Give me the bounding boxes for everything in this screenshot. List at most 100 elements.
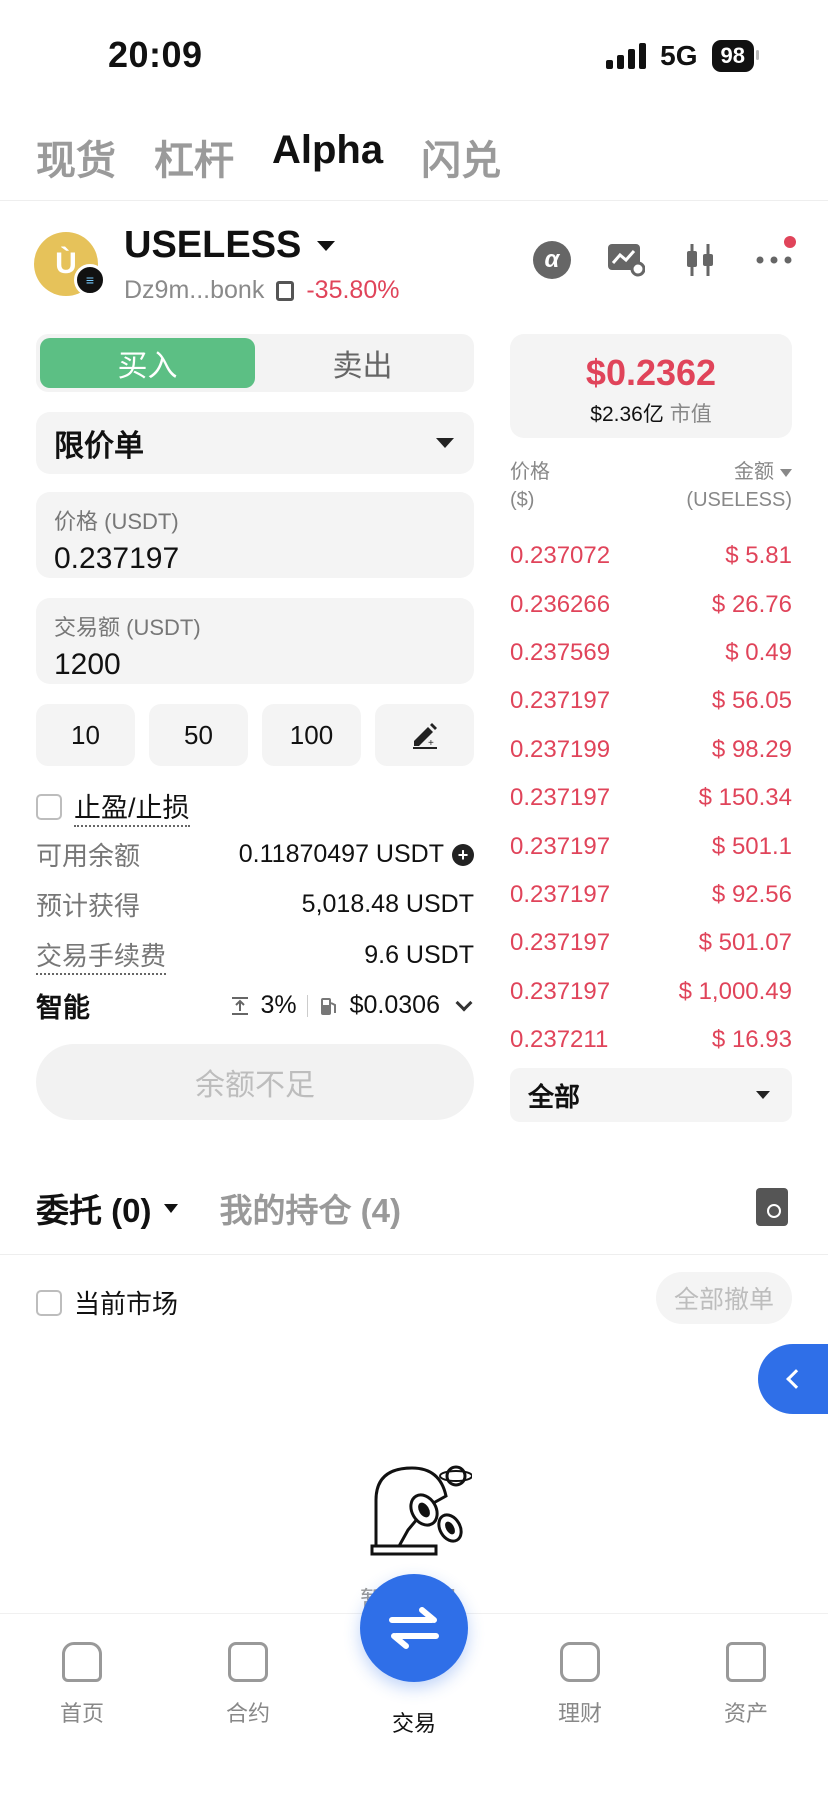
chart-icon[interactable] (606, 240, 646, 280)
row-price: 0.237072 (510, 542, 611, 570)
slippage-value: 3% (260, 991, 297, 1019)
market-cap: $2.36亿 市值 (590, 403, 712, 426)
row-price: 0.236266 (510, 590, 611, 618)
row-price: 0.237197 (510, 687, 611, 715)
tp-sl-toggle[interactable]: 止盈/止损 (36, 786, 190, 827)
price-card: $0.2362 $2.36亿 市值 (510, 334, 792, 438)
nav-home[interactable]: 首页 (32, 1642, 132, 1728)
buy-button[interactable]: 买入 (40, 338, 255, 388)
row-price: 0.237197 (510, 832, 611, 860)
quick-amount-10[interactable]: 10 (36, 704, 135, 766)
status-icons: 5G 98 (606, 40, 760, 72)
order-type-select[interactable]: 限价单 (36, 412, 474, 474)
quick-amount-100[interactable]: 100 (262, 704, 361, 766)
home-icon (62, 1642, 102, 1682)
alpha-icon[interactable]: α (532, 240, 572, 280)
current-market-label: 当前市场 (74, 1289, 179, 1319)
token-selector[interactable]: USELESS (124, 224, 336, 267)
fee-value: 9.6 USDT (364, 941, 474, 969)
add-funds-icon[interactable]: + (452, 843, 474, 866)
submit-order-button[interactable]: 余额不足 (36, 1044, 474, 1120)
row-amount: $ 16.93 (711, 1026, 792, 1054)
row-price: 0.237211 (510, 1026, 609, 1054)
row-amount: $ 56.05 (711, 687, 792, 715)
amount-header-toggle[interactable]: 金额 (USELESS) (686, 458, 792, 514)
order-history-icon[interactable] (756, 1188, 788, 1226)
orderbook-row[interactable]: 0.237197 $ 1,000.49 (510, 968, 792, 1016)
quick-amounts: 10 50 100 + (36, 704, 474, 766)
row-amount: $ 501.07 (698, 929, 792, 957)
nav-futures[interactable]: 合约 (198, 1642, 298, 1728)
collapse-tab-button[interactable] (758, 1344, 828, 1414)
amount-input[interactable]: 交易额 (USDT) 1200 (36, 598, 474, 684)
smart-row[interactable]: 智能 3% $0.0306 (36, 986, 474, 1025)
current-market-checkbox[interactable] (36, 1289, 62, 1316)
tab-spot[interactable]: 现货 (36, 128, 116, 186)
more-icon[interactable] (754, 236, 796, 280)
nav-trade[interactable]: 交易 (364, 1706, 464, 1738)
gas-value: $0.0306 (349, 991, 440, 1019)
network-type: 5G (660, 40, 698, 71)
tab-positions[interactable]: 我的持仓 (4) (220, 1184, 402, 1232)
row-price: 0.237197 (510, 784, 611, 812)
orderbook-row[interactable]: 0.237197 $ 501.07 (510, 919, 792, 967)
nav-assets[interactable]: 资产 (696, 1642, 796, 1728)
tab-orders[interactable]: 委托 (0) (36, 1184, 178, 1232)
cancel-all-button[interactable]: 全部撤单 (655, 1272, 792, 1324)
orderbook-row[interactable]: 0.236266 $ 26.76 (510, 580, 792, 628)
orderbook-row[interactable]: 0.237072 $ 5.81 (510, 532, 792, 580)
edit-amounts-button[interactable]: + (375, 704, 474, 766)
orderbook-header: 价格 ($) 金额 (USELESS) (510, 458, 792, 514)
caret-down-icon (780, 468, 792, 477)
row-price: 0.237199 (510, 735, 611, 763)
tab-alpha[interactable]: Alpha (272, 128, 383, 186)
header-actions: α (532, 236, 796, 280)
tab-convert[interactable]: 闪兑 (421, 128, 501, 186)
orderbook-row[interactable]: 0.237569 $ 0.49 (510, 629, 792, 677)
row-amount: $ 26.76 (711, 590, 792, 618)
nav-earn[interactable]: 理财 (530, 1642, 630, 1728)
estimated-value: 5,018.48 USDT (301, 890, 474, 918)
amount-input-value[interactable]: 1200 (54, 648, 456, 682)
edit-icon: + (412, 723, 437, 749)
trade-swap-button[interactable] (360, 1574, 468, 1682)
orderbook-row[interactable]: 0.237197 $ 501.1 (510, 822, 792, 870)
amount-unit: (USELESS) (686, 489, 792, 511)
chevron-down-icon (455, 994, 473, 1011)
fee-label: 交易手续费 (36, 936, 167, 975)
earn-icon (560, 1642, 600, 1682)
row-amount: $ 5.81 (725, 542, 792, 570)
amount-header: 金额 (734, 461, 774, 483)
price-unit: ($) (510, 489, 535, 511)
gas-icon (320, 997, 336, 1015)
copy-icon[interactable] (276, 280, 295, 301)
current-market-filter[interactable]: 当前市场 (36, 1284, 178, 1321)
token-name: USELESS (124, 224, 302, 266)
trade-mode-tabs: 现货 杠杆 Alpha 闪兑 (36, 128, 501, 186)
estimated-row: 预计获得 5,018.48 USDT (36, 886, 474, 923)
orderbook-row[interactable]: 0.237199 $ 98.29 (510, 726, 792, 774)
orderbook-filter-label: 全部 (528, 1081, 581, 1112)
svg-text:+: + (428, 738, 434, 749)
swap-arrows-icon (389, 1607, 439, 1649)
chevron-down-icon (756, 1091, 770, 1099)
battery-icon: 98 (711, 40, 760, 72)
orderbook-row[interactable]: 0.237197 $ 56.05 (510, 677, 792, 725)
price-input-value[interactable]: 0.237197 (54, 542, 456, 576)
orderbook-filter-select[interactable]: 全部 (510, 1068, 792, 1122)
orderbook-row[interactable]: 0.237197 $ 150.34 (510, 774, 792, 822)
chevron-down-icon (436, 438, 454, 448)
available-label: 可用余额 (36, 841, 141, 871)
tp-sl-checkbox[interactable] (36, 793, 62, 820)
orderbook-row[interactable]: 0.237197 $ 92.56 (510, 871, 792, 919)
price-input[interactable]: 价格 (USDT) 0.237197 (36, 492, 474, 578)
orderbook-row[interactable]: 0.237211 $ 16.93 (510, 1016, 792, 1064)
order-side-toggle: 买入 卖出 (36, 334, 474, 392)
futures-chart-icon (228, 1642, 268, 1682)
quick-amount-50[interactable]: 50 (149, 704, 248, 766)
candlestick-icon[interactable] (680, 240, 720, 280)
row-amount: $ 92.56 (711, 880, 792, 908)
sell-button[interactable]: 卖出 (255, 338, 470, 388)
price-header: 价格 (510, 461, 550, 483)
tab-margin[interactable]: 杠杆 (154, 128, 234, 186)
